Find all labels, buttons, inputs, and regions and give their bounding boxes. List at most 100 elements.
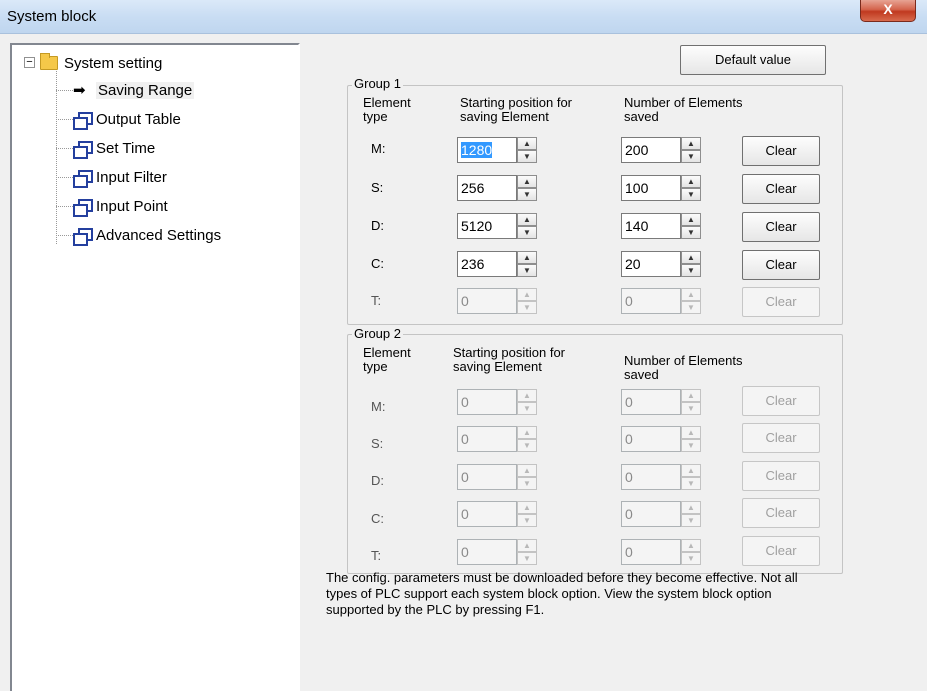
spin-down-icon[interactable]: ▼ <box>517 226 537 239</box>
tree-item-output-table[interactable]: Output Table <box>73 108 181 130</box>
spin-up-icon[interactable]: ▲ <box>681 175 701 188</box>
group2-c-count-spinner: 0 ▲ ▼ <box>621 501 701 527</box>
group1-d-count-input[interactable]: 140 <box>621 213 681 239</box>
spin-up-icon[interactable]: ▲ <box>517 251 537 264</box>
group1-type-t: T: <box>371 293 382 308</box>
spin-down-icon: ▼ <box>681 477 701 490</box>
group2-t-start-input: 0 <box>457 539 517 565</box>
spin-up-icon: ▲ <box>681 539 701 552</box>
default-value-button[interactable]: Default value <box>680 45 826 75</box>
tree-item-label: Input Filter <box>96 168 167 186</box>
tree-item-input-point[interactable]: Input Point <box>73 195 168 217</box>
tree-item-label: Saving Range <box>96 81 195 99</box>
group1-c-start-input[interactable]: 236 <box>457 251 517 277</box>
spin-down-icon[interactable]: ▼ <box>681 226 701 239</box>
group1-d-start-input[interactable]: 5120 <box>457 213 517 239</box>
spin-up-icon: ▲ <box>517 539 537 552</box>
tree-item-input-filter[interactable]: Input Filter <box>73 166 167 188</box>
group1-number-saved-header: Number of Elements saved <box>624 95 743 124</box>
group1-c-start-spinner[interactable]: 236 ▲ ▼ <box>457 251 537 277</box>
tree-item-set-time[interactable]: Set Time <box>73 137 155 159</box>
group1-c-count-input[interactable]: 20 <box>621 251 681 277</box>
spin-down-icon[interactable]: ▼ <box>681 264 701 277</box>
spin-down-icon: ▼ <box>681 439 701 452</box>
spin-up-icon[interactable]: ▲ <box>681 137 701 150</box>
group1-type-d: D: <box>371 218 384 233</box>
group2-s-count-input: 0 <box>621 426 681 452</box>
close-button[interactable]: X <box>860 0 916 22</box>
group2-s-count-spinner: 0 ▲ ▼ <box>621 426 701 452</box>
spin-down-icon: ▼ <box>517 514 537 527</box>
window-title: System block <box>7 8 97 25</box>
spin-up-icon[interactable]: ▲ <box>517 137 537 150</box>
group2-d-start-input: 0 <box>457 464 517 490</box>
group2-d-start-spinner: 0 ▲ ▼ <box>457 464 537 490</box>
group2-t-start-spinner: 0 ▲ ▼ <box>457 539 537 565</box>
group2-title: Group 2 <box>352 326 403 341</box>
group1-t-clear-button: Clear <box>742 287 820 317</box>
title-bar: System block X <box>0 0 927 34</box>
group2-c-start-spinner: 0 ▲ ▼ <box>457 501 537 527</box>
group1-d-start-spinner[interactable]: 5120 ▲ ▼ <box>457 213 537 239</box>
group2-m-count-input: 0 <box>621 389 681 415</box>
group1-type-c: C: <box>371 256 384 271</box>
spin-up-icon: ▲ <box>681 501 701 514</box>
group1-m-start-input[interactable]: 1280 <box>457 137 517 163</box>
group1-s-count-spinner[interactable]: 100 ▲ ▼ <box>621 175 701 201</box>
group1-s-count-input[interactable]: 100 <box>621 175 681 201</box>
spin-up-icon: ▲ <box>681 426 701 439</box>
spin-up-icon[interactable]: ▲ <box>681 251 701 264</box>
tree-connector <box>56 148 73 149</box>
group2-d-count-spinner: 0 ▲ ▼ <box>621 464 701 490</box>
spin-down-icon: ▼ <box>517 552 537 565</box>
tree-item-saving-range[interactable]: ➡ Saving Range <box>73 79 195 101</box>
tree-item-label: Output Table <box>96 110 181 128</box>
group1-m-clear-button[interactable]: Clear <box>742 136 820 166</box>
folder-icon <box>40 53 58 70</box>
spin-down-icon: ▼ <box>681 552 701 565</box>
group1-m-count-spinner[interactable]: 200 ▲ ▼ <box>621 137 701 163</box>
tree-item-label: Set Time <box>96 139 156 157</box>
spin-down-icon[interactable]: ▼ <box>517 264 537 277</box>
group2-s-clear-button: Clear <box>742 423 820 453</box>
tree-connector <box>56 68 57 244</box>
group2-m-start-spinner: 0 ▲ ▼ <box>457 389 537 415</box>
spin-down-icon[interactable]: ▼ <box>517 150 537 163</box>
group2-type-c: C: <box>371 511 384 526</box>
group1-s-start-spinner[interactable]: 256 ▲ ▼ <box>457 175 537 201</box>
spin-up-icon[interactable]: ▲ <box>517 175 537 188</box>
spin-down-icon: ▼ <box>681 514 701 527</box>
window-icon <box>73 169 93 188</box>
group1-m-count-input[interactable]: 200 <box>621 137 681 163</box>
tree-item-advanced-settings[interactable]: Advanced Settings <box>73 224 221 246</box>
spin-up-icon: ▲ <box>517 389 537 402</box>
tree-root-system-setting[interactable]: System setting <box>40 52 162 74</box>
group2-type-t: T: <box>371 548 382 563</box>
spin-down-icon[interactable]: ▼ <box>681 150 701 163</box>
group1-s-start-input[interactable]: 256 <box>457 175 517 201</box>
spin-down-icon[interactable]: ▼ <box>517 188 537 201</box>
spin-down-icon: ▼ <box>517 301 537 314</box>
group2-t-count-spinner: 0 ▲ ▼ <box>621 539 701 565</box>
spin-up-icon[interactable]: ▲ <box>517 213 537 226</box>
group1-m-start-spinner[interactable]: 1280 ▲ ▼ <box>457 137 537 163</box>
spin-up-icon: ▲ <box>681 464 701 477</box>
group2-m-count-spinner: 0 ▲ ▼ <box>621 389 701 415</box>
spin-up-icon[interactable]: ▲ <box>681 213 701 226</box>
group1-title: Group 1 <box>352 76 403 91</box>
group1-s-clear-button[interactable]: Clear <box>742 174 820 204</box>
spin-down-icon: ▼ <box>681 402 701 415</box>
group1-d-count-spinner[interactable]: 140 ▲ ▼ <box>621 213 701 239</box>
window-icon <box>73 198 93 217</box>
collapse-icon[interactable]: − <box>24 57 35 68</box>
group1-t-start-spinner: 0 ▲ ▼ <box>457 288 537 314</box>
group2-type-d: D: <box>371 473 384 488</box>
tree-connector <box>56 206 73 207</box>
spin-down-icon: ▼ <box>681 301 701 314</box>
group1-c-clear-button[interactable]: Clear <box>742 250 820 280</box>
group1-d-clear-button[interactable]: Clear <box>742 212 820 242</box>
group1-c-count-spinner[interactable]: 20 ▲ ▼ <box>621 251 701 277</box>
spin-down-icon[interactable]: ▼ <box>681 188 701 201</box>
spin-up-icon: ▲ <box>517 501 537 514</box>
group1-t-count-input: 0 <box>621 288 681 314</box>
